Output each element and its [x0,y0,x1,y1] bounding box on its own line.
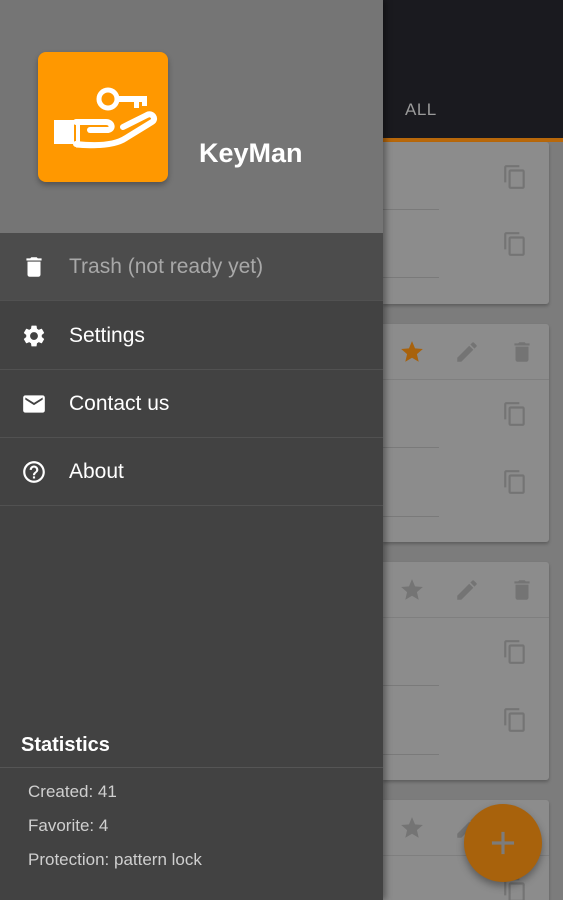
star-icon[interactable] [399,339,425,365]
copy-icon[interactable] [502,231,528,257]
edit-icon[interactable] [454,577,480,603]
key-card[interactable] [383,562,549,780]
copy-icon[interactable] [502,707,528,733]
menu-item-label: About [69,459,124,483]
edit-icon[interactable] [454,339,480,365]
app-name: KeyMan [199,138,303,168]
card-divider [383,447,439,448]
drawer-header: KeyMan [0,0,383,233]
navigation-drawer: KeyMan Trash (not ready yet) Settings Co… [0,0,383,900]
key-card[interactable] [383,142,549,304]
add-key-fab[interactable] [464,804,542,882]
key-card[interactable] [383,324,549,542]
delete-icon[interactable] [509,339,535,365]
key-hand-icon [38,52,168,182]
card-divider [383,754,439,755]
copy-icon[interactable] [502,164,528,190]
delete-icon[interactable] [509,577,535,603]
mail-icon [21,391,47,417]
card-divider [383,209,439,210]
statistics-title: Statistics [21,734,110,756]
menu-item-contact-us[interactable]: Contact us [0,370,383,438]
trash-icon [21,254,47,280]
card-divider [383,685,439,686]
card-divider [383,516,439,517]
help-circle-icon [21,459,47,485]
plus-icon [491,831,515,855]
stat-created: Created: 41 [28,782,117,801]
menu-item-label: Trash (not ready yet) [69,254,264,278]
gear-icon [21,323,47,349]
statistics-divider [0,767,383,768]
tab-all[interactable]: ALL [405,100,437,120]
copy-icon[interactable] [502,401,528,427]
stat-favorite: Favorite: 4 [28,816,109,835]
star-icon[interactable] [399,577,425,603]
star-icon[interactable] [399,815,425,841]
menu-item-about[interactable]: About [0,438,383,506]
card-divider [383,277,439,278]
copy-icon[interactable] [502,639,528,665]
menu-item-trash[interactable]: Trash (not ready yet) [0,233,383,301]
stat-protection: Protection: pattern lock [28,850,202,869]
menu-item-settings[interactable]: Settings [0,302,383,370]
menu-item-label: Settings [69,323,145,347]
copy-icon[interactable] [502,469,528,495]
menu-item-label: Contact us [69,391,170,415]
